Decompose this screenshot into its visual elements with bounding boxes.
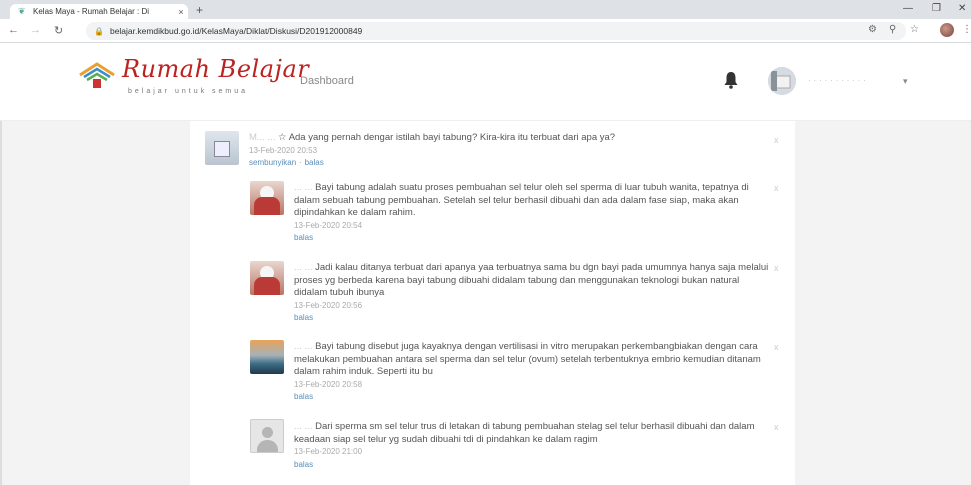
close-window-icon[interactable]: ✕: [958, 3, 966, 14]
reply-text: Dari sperma sm sel telur trus di letakan…: [294, 421, 755, 445]
reply-author-avatar: [250, 419, 284, 453]
reply-author-avatar: [250, 340, 284, 374]
new-tab-button[interactable]: +: [196, 3, 203, 17]
user-avatar-image-icon: [768, 67, 796, 95]
reply-link[interactable]: balas: [294, 313, 313, 322]
site-header: Rumah Belajar belajar untuk semua Dashbo…: [0, 43, 971, 121]
reply-link[interactable]: balas: [305, 158, 324, 167]
reply-text: Bayi tabung disebut juga kayaknya dengan…: [294, 341, 761, 377]
user-menu-caret-icon[interactable]: ▾: [903, 76, 908, 87]
delete-reply-icon[interactable]: x: [774, 263, 779, 273]
post-text: Ada yang pernah dengar istilah bayi tabu…: [288, 132, 616, 143]
reply-link[interactable]: balas: [294, 392, 313, 401]
reply-author[interactable]: ... ...: [294, 421, 312, 432]
tab-close-icon[interactable]: ×: [174, 7, 188, 17]
back-icon[interactable]: ←: [8, 24, 19, 36]
discussion-post: M... ... ☆ Ada yang pernah dengar istila…: [249, 132, 769, 170]
address-bar-row: ← → ↻ 🔒 belajar.kemdikbud.go.id/KelasMay…: [0, 19, 971, 43]
rumah-belajar-logo-icon[interactable]: [78, 61, 116, 89]
forward-icon[interactable]: →: [30, 24, 41, 36]
reply-author[interactable]: ... ...: [294, 341, 312, 352]
hide-link[interactable]: sembunyikan: [249, 158, 296, 167]
reply-link[interactable]: balas: [294, 460, 313, 469]
browser-menu-icon[interactable]: ⋮: [962, 24, 971, 35]
reply-timestamp: 13-Feb-2020 20:54: [294, 220, 363, 230]
delete-reply-icon[interactable]: x: [774, 422, 779, 432]
site-logo-tagline: belajar untuk semua: [128, 88, 249, 95]
url-field[interactable]: 🔒 belajar.kemdikbud.go.id/KelasMaya/Dikl…: [86, 22, 906, 40]
minimize-icon[interactable]: —: [903, 3, 913, 14]
discussion-reply: ... ... Dari sperma sm sel telur trus di…: [294, 421, 769, 471]
url-text: belajar.kemdikbud.go.id/KelasMaya/Diklat…: [109, 26, 363, 36]
post-author-avatar: [205, 131, 239, 165]
restore-icon[interactable]: ❐: [932, 3, 941, 14]
discussion-reply: ... ... Bayi tabung adalah suatu proses …: [294, 182, 769, 245]
browser-tab[interactable]: ❦ Kelas Maya - Rumah Belajar : Di ×: [10, 4, 188, 19]
user-name-blurred[interactable]: · · · · · · · · · · ·: [808, 75, 866, 85]
browser-tab-bar: ❦ Kelas Maya - Rumah Belajar : Di × + — …: [0, 0, 971, 19]
lock-icon: 🔒: [94, 26, 104, 36]
bookmark-star-icon[interactable]: ☆: [910, 24, 919, 35]
reply-author-avatar: [250, 261, 284, 295]
reply-author[interactable]: ... ...: [294, 262, 312, 273]
discussion-reply: ... ... Jadi kalau ditanya terbuat dari …: [294, 262, 769, 325]
reply-timestamp: 13-Feb-2020 20:58: [294, 379, 363, 389]
browser-profile-avatar[interactable]: [940, 23, 954, 37]
delete-reply-icon[interactable]: x: [774, 342, 779, 352]
reply-timestamp: 13-Feb-2020 21:00: [294, 447, 363, 456]
user-avatar[interactable]: [768, 67, 796, 95]
delete-reply-icon[interactable]: x: [774, 183, 779, 193]
site-favicon-icon: ❦: [18, 6, 26, 16]
discussion-reply: ... ... Bayi tabung disebut juga kayakny…: [294, 341, 769, 404]
page-background: M... ... ☆ Ada yang pernah dengar istila…: [0, 121, 971, 485]
discussion-card: M... ... ☆ Ada yang pernah dengar istila…: [190, 121, 795, 485]
nav-dashboard-link[interactable]: Dashboard: [300, 75, 354, 87]
notification-bell-icon[interactable]: [724, 71, 738, 89]
action-separator: ·: [298, 157, 302, 168]
site-logo-text[interactable]: Rumah Belajar: [122, 55, 309, 83]
delete-post-icon[interactable]: x: [774, 135, 779, 145]
reply-author-avatar: [250, 181, 284, 215]
reply-author[interactable]: ... ...: [294, 182, 312, 193]
post-timestamp: 13-Feb-2020 20:53: [249, 145, 318, 155]
reply-text: Jadi kalau ditanya terbuat dari apanya y…: [294, 262, 769, 298]
zoom-icon[interactable]: ⚲: [889, 24, 896, 35]
star-icon[interactable]: ☆: [278, 132, 287, 143]
reply-timestamp: 13-Feb-2020 20:56: [294, 300, 363, 310]
extension-icon[interactable]: ⚙: [868, 24, 877, 35]
reply-text: Bayi tabung adalah suatu proses pembuaha…: [294, 182, 749, 218]
tab-title: Kelas Maya - Rumah Belajar : Di: [33, 7, 150, 16]
reload-icon[interactable]: ↻: [54, 24, 63, 37]
reply-link[interactable]: balas: [294, 233, 313, 242]
post-author[interactable]: M... ...: [249, 132, 275, 143]
